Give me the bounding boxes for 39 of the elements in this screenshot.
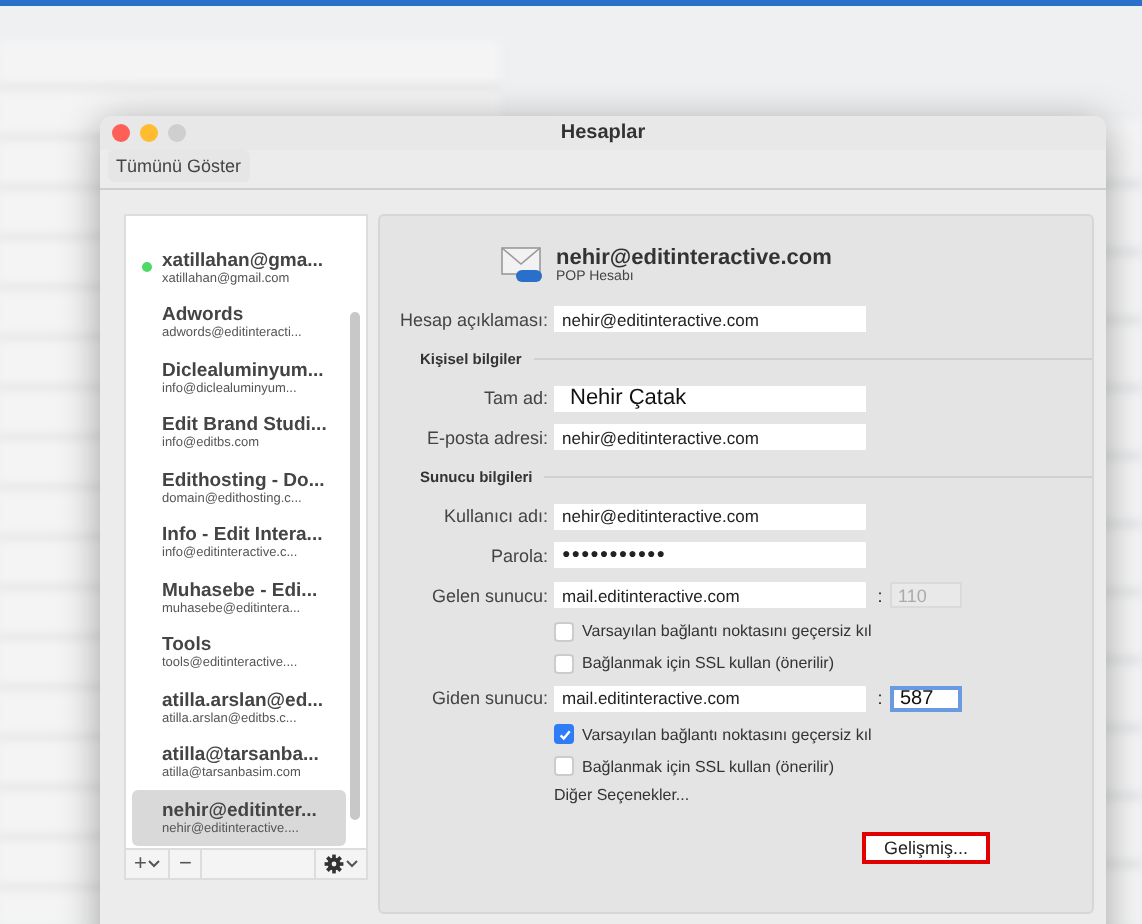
field-label: Parola:: [488, 545, 550, 566]
port-separator: :: [875, 585, 885, 606]
close-button[interactable]: [112, 124, 130, 142]
minimize-button[interactable]: [140, 124, 158, 142]
field-label: E-posta adresi:: [424, 427, 550, 448]
advanced-button[interactable]: Gelişmiş...: [862, 832, 991, 864]
scrollbar[interactable]: [350, 312, 360, 820]
account-email: nehir@editinteractive.com: [556, 245, 832, 269]
text-field[interactable]: nehir@editinteractive.com: [554, 424, 866, 451]
field-label: Hesap açıklaması:: [397, 309, 550, 330]
checkbox-label[interactable]: Varsayılan bağlantı noktasını geçersiz kıl: [582, 725, 872, 744]
field-label: Giden sunucu:: [429, 688, 550, 709]
remove-button[interactable]: −: [170, 850, 202, 878]
server-field[interactable]: mail.editinteractive.com: [554, 685, 866, 712]
checkbox-label[interactable]: Varsayılan bağlantı noktasını geçersiz kıl: [582, 622, 872, 640]
field-label: Tam ad:: [481, 388, 550, 409]
field-label: Gelen sunucu:: [429, 585, 550, 606]
zoom-button[interactable]: [168, 124, 186, 142]
checkbox-label[interactable]: Bağlanmak için SSL kullan (önerilir): [582, 757, 834, 776]
caret-icon: [148, 860, 161, 868]
text-field[interactable]: nehir@editinteractive.com: [554, 306, 866, 333]
caret-icon: [346, 860, 358, 868]
text-field[interactable]: Nehir Çatak: [554, 385, 866, 412]
checkbox[interactable]: [554, 724, 574, 745]
checkbox[interactable]: [554, 756, 574, 777]
port-field[interactable]: 587: [890, 685, 962, 712]
checkbox-label[interactable]: Bağlanmak için SSL kullan (önerilir): [582, 654, 834, 672]
checkbox[interactable]: [554, 653, 574, 673]
checkmark-icon: [557, 727, 571, 742]
envelope-icon: [500, 244, 544, 284]
server-field[interactable]: mail.editinteractive.com: [554, 582, 866, 609]
field-label: Kullanıcı adı:: [441, 506, 550, 527]
checkbox[interactable]: [554, 621, 574, 641]
text-field[interactable]: nehir@editinteractive.com: [554, 503, 866, 530]
port-separator: :: [875, 688, 885, 709]
show-all-button[interactable]: Tümünü Göster: [108, 150, 250, 182]
window-title: Hesaplar: [560, 122, 646, 144]
add-button[interactable]: +: [126, 850, 171, 878]
more-options-button[interactable]: Diğer Seçenekler...: [554, 786, 690, 805]
